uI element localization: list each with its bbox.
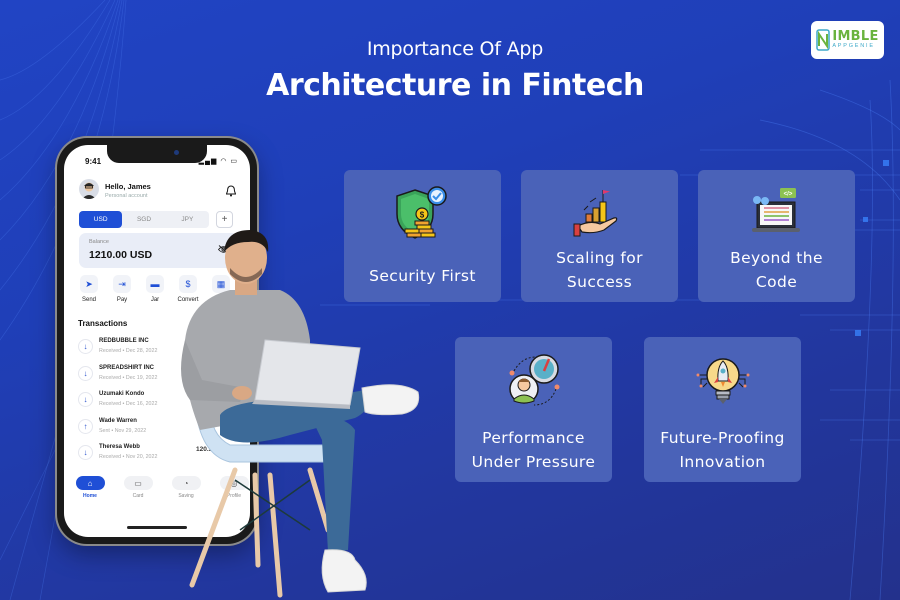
card-label: Scaling for Success [556, 249, 643, 291]
arrow-down-icon: ↓ [78, 392, 93, 407]
gauge-person-icon [508, 354, 559, 406]
transaction-meta: Received • Dec 28, 2022 [99, 348, 158, 354]
action-label: Pay [116, 297, 128, 303]
action-label: Jar [150, 297, 160, 303]
arrow-down-icon: ↓ [78, 365, 93, 381]
transaction-name: REDBUBBLE INC [99, 338, 149, 344]
logo-tagline: APPGENIE [832, 43, 875, 50]
send-icon: ➤ [80, 275, 98, 293]
svg-text:</>: </> [783, 192, 792, 198]
hand-growth-chart-icon [573, 190, 617, 237]
transaction-name: Uzumaki Kondo [99, 391, 145, 397]
laptop-code-icon: </> [751, 188, 800, 232]
card-label: Beyond the Code [730, 249, 823, 291]
jar-icon: ▬ [146, 275, 164, 293]
account-type: Personal account [105, 193, 148, 199]
action-send[interactable]: ➤ Send [77, 275, 101, 303]
transaction-meta: Received • Nov 20, 2022 [99, 454, 158, 460]
transaction-name: Wade Warren [99, 417, 137, 424]
phone-notch [107, 145, 207, 163]
arrow-up-icon: ↑ [78, 418, 93, 434]
transaction-meta: Received • Dec 16, 2022 [99, 401, 158, 407]
avatar[interactable] [79, 179, 99, 199]
svg-text:$: $ [419, 211, 424, 220]
pay-icon: ⇥ [113, 275, 131, 293]
action-label: Send [81, 297, 96, 303]
transaction-name: SPREADSHIRT INC [99, 364, 155, 371]
card-label: Performance Under Pressure [471, 429, 596, 471]
transaction-name: Theresa Webb [99, 444, 140, 450]
logo-n-icon [816, 29, 831, 51]
card-icon: ▭ [123, 476, 153, 490]
nav-home[interactable]: ⌂ Home [72, 476, 108, 499]
transactions-title: Transactions [78, 319, 128, 328]
nav-label: Card [132, 493, 144, 499]
person-with-laptop-illustration [181, 230, 420, 598]
balance-value: 1210.00 USD [89, 249, 153, 261]
home-icon: ⌂ [75, 476, 105, 490]
add-currency-button[interactable]: + [216, 211, 233, 228]
balance-label: Balance [89, 239, 109, 245]
greeting-name: Hello, James [105, 182, 151, 191]
action-pay[interactable]: ⇥ Pay [110, 275, 134, 303]
bell-icon[interactable] [226, 185, 236, 197]
page-title: Architecture in Fintech [266, 68, 644, 103]
arrow-down-icon: ↓ [78, 445, 93, 460]
card-performance-under-pressure[interactable]: Performance Under Pressure [455, 337, 612, 482]
card-beyond-the-code[interactable]: </> Beyond the Code [698, 170, 855, 302]
status-time: 9:41 [85, 157, 102, 166]
nav-label: Home [83, 493, 97, 499]
status-icons: ▂▄▆ ◠ ▭ [198, 158, 238, 165]
action-jar[interactable]: ▬ Jar [143, 275, 167, 303]
logo-wordmark: IMBLE [832, 29, 879, 45]
tab-usd[interactable]: USD [79, 211, 123, 228]
card-future-proofing-innovation[interactable]: Future-Proofing Innovation [644, 337, 801, 482]
page-subtitle: Importance Of App [366, 38, 544, 60]
brand-logo[interactable]: IMBLE APPGENIE [811, 21, 884, 59]
tab-sgd[interactable]: SGD [122, 211, 165, 228]
tab-jpy[interactable]: JPY [166, 211, 209, 228]
currency-tabs: USD SGD JPY [79, 211, 209, 228]
card-label: Future-Proofing Innovation [660, 429, 785, 471]
camera-icon [174, 150, 179, 155]
transaction-meta: Received • Dec 19, 2022 [99, 374, 158, 381]
avatar-icon [82, 182, 96, 199]
card-scaling-for-success[interactable]: Scaling for Success [521, 170, 678, 302]
arrow-down-icon: ↓ [78, 339, 93, 354]
bulb-rocket-icon [696, 358, 749, 404]
transaction-meta: Sent • Nov 29, 2022 [99, 427, 147, 434]
nav-card[interactable]: ▭ Card [120, 476, 156, 499]
